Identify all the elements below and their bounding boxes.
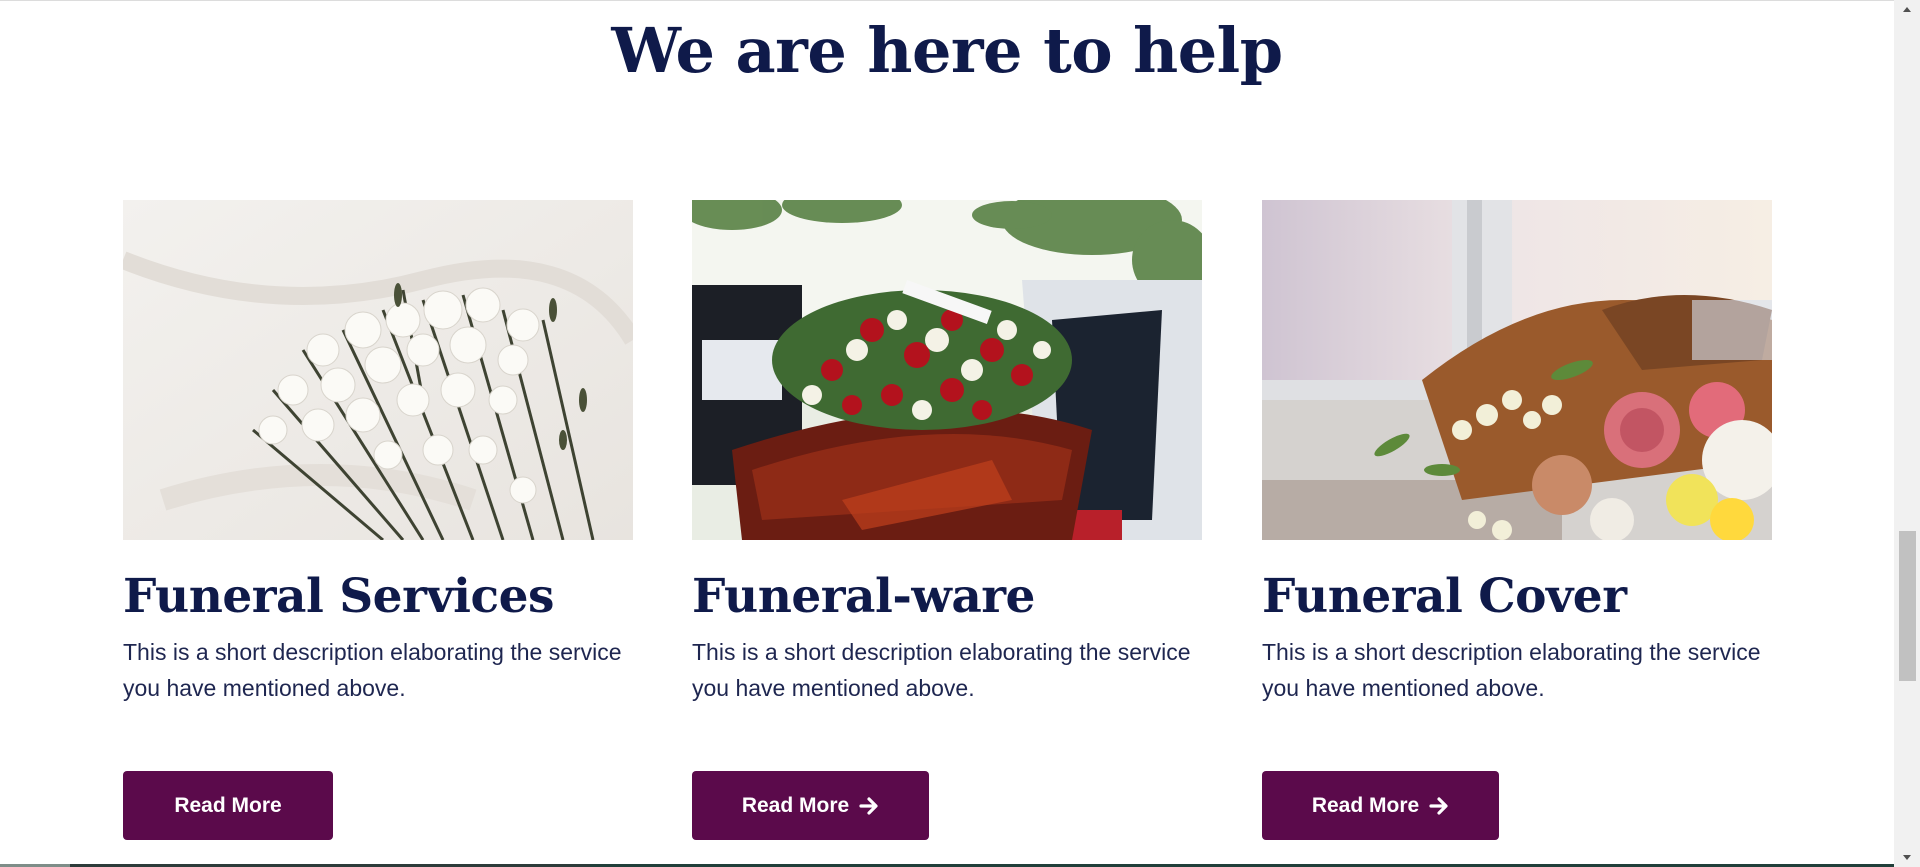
service-card-funeral-ware: Funeral-ware This is a short description… (692, 200, 1202, 840)
scrollbar-thumb[interactable] (1899, 531, 1916, 681)
read-more-label: Read More (1311, 793, 1420, 817)
arrow-right-icon (859, 796, 879, 816)
card-title: Funeral Services (123, 569, 554, 624)
read-more-label: Read More (741, 793, 850, 817)
read-more-button[interactable]: Read More (1262, 771, 1499, 840)
section-heading: We are here to help (611, 14, 1283, 87)
card-description: This is a short description elaborating … (692, 639, 1191, 701)
card-description: This is a short description elaborating … (123, 639, 622, 701)
read-more-button[interactable]: Read More (123, 771, 333, 840)
top-divider (0, 0, 1894, 1)
vertical-scrollbar[interactable] (1894, 0, 1920, 867)
page-content: We are here to help Funeral Services Thi… (0, 0, 1894, 867)
service-card-funeral-services: Funeral Services This is a short descrip… (123, 200, 633, 840)
read-more-button[interactable]: Read More (692, 771, 929, 840)
arrow-right-icon (1429, 796, 1449, 816)
card-description: This is a short description elaborating … (1262, 639, 1761, 701)
carnations-image (123, 200, 633, 540)
read-more-label: Read More (174, 793, 282, 817)
casket-flowers-image (692, 200, 1202, 540)
card-title: Funeral-ware (692, 569, 1035, 624)
scroll-up-icon[interactable] (1894, 0, 1920, 18)
scroll-down-icon[interactable] (1894, 849, 1920, 867)
service-card-funeral-cover: Funeral Cover This is a short descriptio… (1262, 200, 1772, 840)
card-title: Funeral Cover (1262, 569, 1627, 624)
bouquet-window-image (1262, 200, 1772, 540)
